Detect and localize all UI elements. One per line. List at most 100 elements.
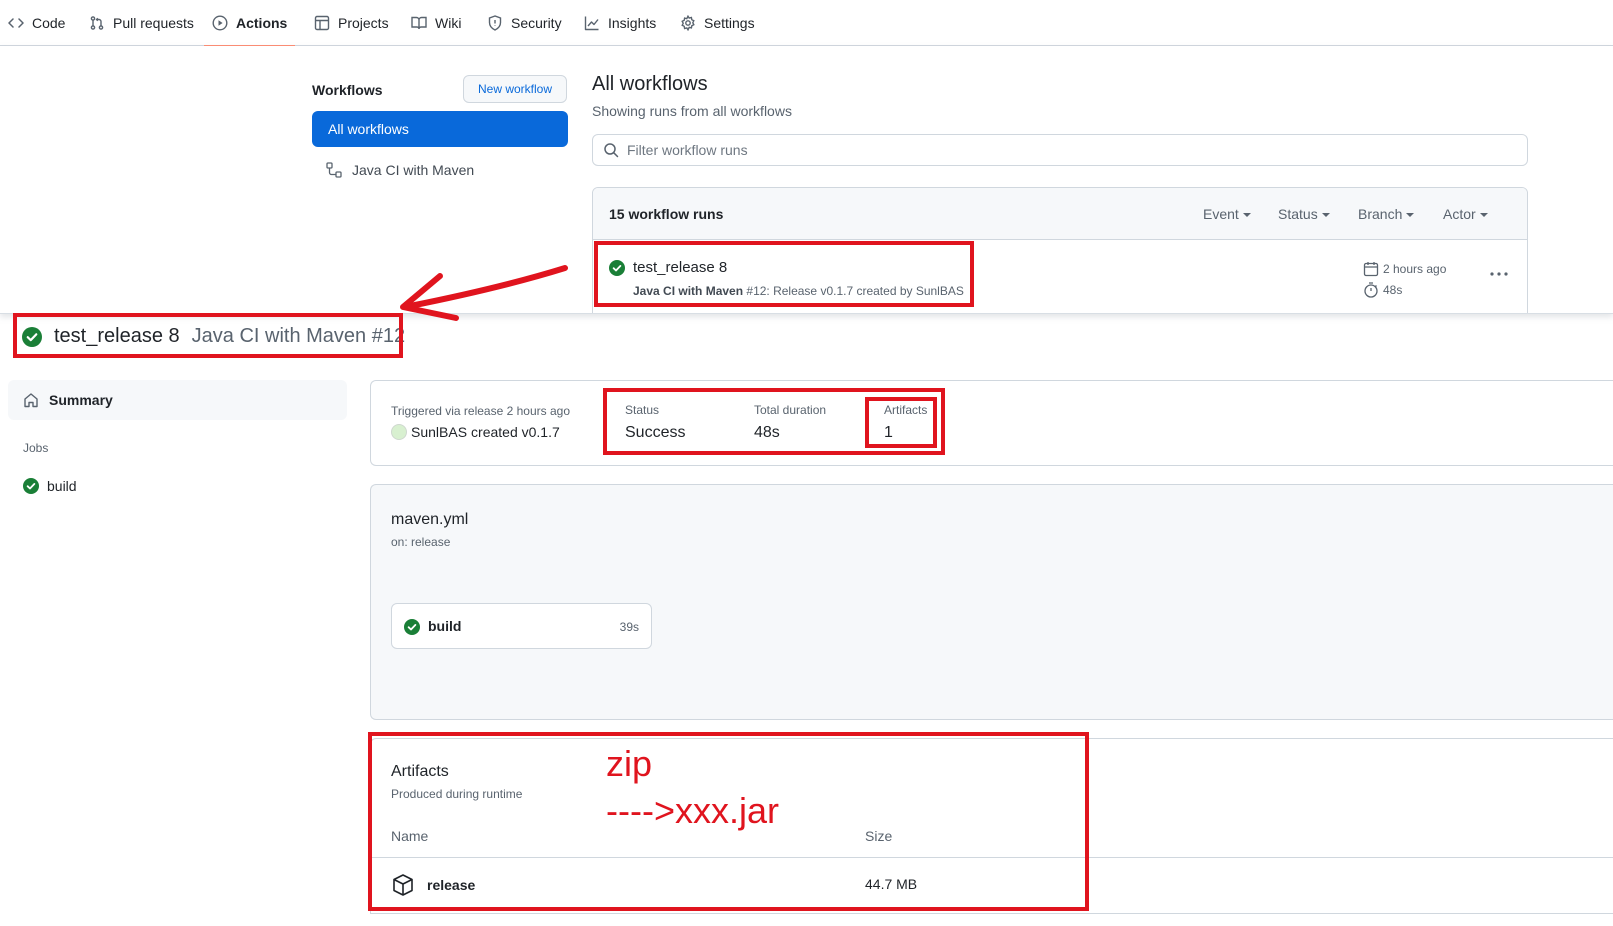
page-title: All workflows [592,73,708,95]
artifacts-label: Artifacts [884,403,928,417]
workflow-trigger: on: release [391,535,451,549]
artifact-name: release [427,877,476,893]
tab-label: Projects [338,15,389,31]
divider [370,913,1613,914]
duration-value: 48s [754,424,780,441]
artifacts-card: Artifacts Produced during runtime Name S… [370,738,1613,913]
filter-label: Actor [1443,206,1476,222]
tab-label: Code [32,15,66,31]
workflow-graph-card: maven.yml on: release build 39s [370,484,1613,720]
git-pull-request-icon [90,16,104,30]
filter-label: Event [1203,206,1239,222]
shield-icon [488,15,502,31]
filter-runs-input[interactable] [627,142,1507,158]
filter-label: Status [1278,206,1318,222]
run-title-link[interactable]: test_release 8 [633,259,727,276]
status-value: Success [625,424,686,441]
artifacts-count[interactable]: 1 [884,424,893,442]
run-time: 2 hours ago [1363,261,1446,277]
sidebar-job-build[interactable]: build [23,478,77,494]
tab-label: Actions [236,15,288,31]
check-circle-icon [404,619,420,635]
sidebar-job-label: build [47,478,77,494]
workflows-heading: Workflows [312,82,383,98]
actor-filter[interactable]: Actor [1443,206,1488,222]
tab-label: Security [511,15,562,31]
run-meta-text: #12: Release v0.1.7 created by SunlBAS [746,284,964,298]
tab-settings[interactable]: Settings [680,0,755,46]
artifacts-subtitle: Produced during runtime [391,787,523,801]
status-filter[interactable]: Status [1278,206,1330,222]
artifact-size: 44.7 MB [865,876,918,892]
tab-projects[interactable]: Projects [314,0,389,46]
job-name: build [428,618,462,634]
filter-runs-box[interactable] [592,134,1528,166]
sidebar-item-summary[interactable]: Summary [8,380,347,420]
tab-wiki[interactable]: Wiki [411,0,461,46]
filter-label: Branch [1358,206,1403,222]
check-circle-icon [609,260,625,276]
run-meta: Java CI with Maven #12: Release v0.1.7 c… [633,284,964,298]
gear-icon [681,15,695,31]
run-detail-title: test_release 8 Java CI with Maven #12 [22,325,405,348]
tab-label: Pull requests [113,15,194,31]
trigger-label: Triggered via release 2 hours ago [391,404,570,418]
trigger-info: SunlBAS created v0.1.7 [391,424,560,440]
runs-list: 15 workflow runs Event Status Branch Act… [592,187,1528,313]
check-circle-icon [22,326,42,347]
tab-actions[interactable]: Actions [203,0,296,47]
trigger-user[interactable]: SunlBAS [411,424,467,440]
run-summary-card: Triggered via release 2 hours ago SunlBA… [370,380,1613,466]
stopwatch-icon [1364,282,1378,298]
caret-down-icon [1321,213,1330,217]
runs-count: 15 workflow runs [609,206,724,222]
package-icon [393,874,413,896]
artifacts-title: Artifacts [391,763,449,780]
sidebar-item-all-workflows[interactable]: All workflows [312,111,568,147]
caret-down-icon [1479,213,1488,217]
search-icon [604,143,619,158]
caret-down-icon [1406,213,1415,217]
caret-down-icon [1242,213,1251,217]
code-icon [8,18,24,28]
tab-label: Insights [608,15,657,31]
sidebar-item-label: Java CI with Maven [352,162,475,178]
avatar[interactable] [391,424,407,440]
new-workflow-button[interactable]: New workflow [463,75,567,103]
tab-code[interactable]: Code [8,0,65,46]
tab-label: Settings [704,15,755,31]
graph-icon [584,16,599,31]
column-header-name: Name [391,828,429,844]
job-node-build[interactable]: build 39s [391,603,652,649]
status-label: Status [625,403,660,417]
run-name: test_release 8 [54,325,180,347]
job-duration: 39s [619,620,639,634]
calendar-icon [1363,262,1379,277]
run-time-text: 2 hours ago [1383,262,1447,276]
workflow-icon [326,162,342,178]
annotation-jar: ---->xxx.jar [606,790,779,831]
book-icon [411,16,427,30]
tab-pull-requests[interactable]: Pull requests [89,0,194,46]
annotation-zip: zip [606,743,653,784]
tab-insights[interactable]: Insights [584,0,656,46]
divider [371,857,1613,858]
trigger-action: created v0.1.7 [471,424,560,440]
sidebar-item-java-ci[interactable]: Java CI with Maven [326,158,474,182]
kebab-menu-icon[interactable] [1489,266,1509,282]
tab-label: Wiki [435,15,462,31]
repo-nav: Code Pull requests Actions Projects Wiki… [0,0,1613,47]
tab-security[interactable]: Security [487,0,562,46]
workflows-list-panel: Workflows New workflow All workflows Jav… [0,46,1613,314]
workflow-file-name: maven.yml [391,511,469,528]
branch-filter[interactable]: Branch [1358,206,1415,222]
check-circle-icon [23,478,39,494]
runs-list-header: 15 workflow runs Event Status Branch Act… [593,188,1527,240]
column-header-size: Size [865,828,893,844]
run-duration: 48s [1363,282,1402,298]
artifact-row-release[interactable]: release [391,873,475,897]
play-icon [212,15,228,31]
run-workflow-ref: Java CI with Maven #12 [191,325,406,347]
event-filter[interactable]: Event [1203,206,1251,222]
run-duration-text: 48s [1383,283,1403,297]
